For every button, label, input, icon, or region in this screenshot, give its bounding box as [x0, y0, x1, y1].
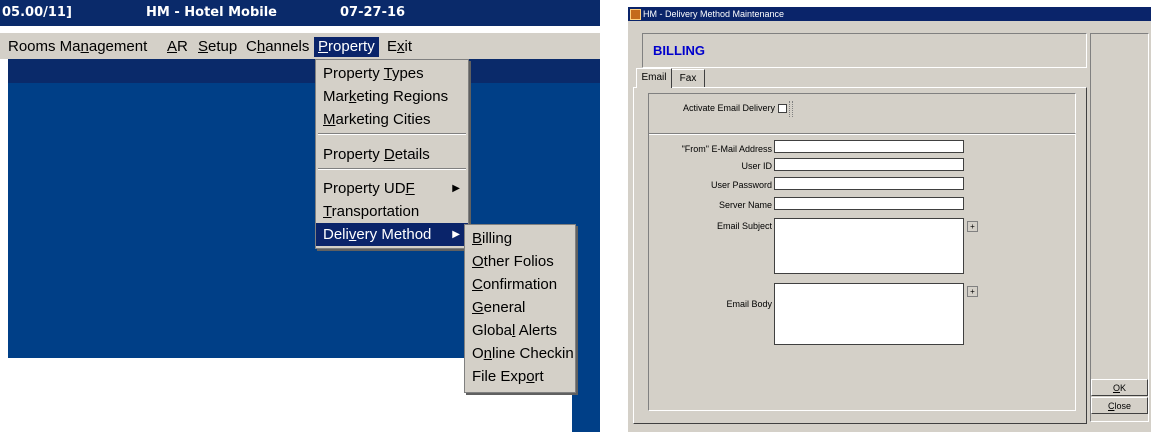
- menu-rooms-management[interactable]: Rooms Management: [4, 37, 151, 57]
- user-id-label: User ID: [741, 161, 772, 171]
- menu-property-types[interactable]: Property Types: [316, 62, 468, 85]
- submenu-billing[interactable]: Billing: [465, 227, 575, 250]
- menu-property[interactable]: Property: [314, 37, 379, 57]
- business-date: 07-27-16: [340, 5, 406, 20]
- header-panel: BILLING: [642, 33, 1087, 68]
- from-email-label: "From" E-Mail Address: [681, 144, 772, 154]
- submenu-file-export[interactable]: File Export: [465, 365, 575, 388]
- email-body-label: Email Body: [726, 299, 772, 309]
- menu-exit[interactable]: Exit: [383, 37, 416, 57]
- user-password-label: User Password: [710, 180, 772, 190]
- delivery-method-submenu: Billing Other Folios Confirmation Genera…: [464, 224, 576, 393]
- submenu-other-folios[interactable]: Other Folios: [465, 250, 575, 273]
- button-pane: [1090, 33, 1149, 422]
- menu-setup[interactable]: Setup: [194, 37, 241, 57]
- app-title: HM - Hotel Mobile: [146, 5, 277, 20]
- menu-separator: [318, 133, 466, 135]
- dialog-title: HM - Delivery Method Maintenance: [643, 9, 785, 19]
- hotel-mobile-window: 05.00/11] HM - Hotel Mobile 07-27-16 Roo…: [0, 0, 600, 432]
- page-title: BILLING: [653, 43, 705, 58]
- property-menu: Property Types Marketing Regions Marketi…: [315, 59, 469, 249]
- status-band: [8, 59, 600, 83]
- menu-bar: Rooms Management AR Setup Channels Prope…: [0, 33, 600, 59]
- submenu-arrow-icon: ▶: [452, 229, 460, 240]
- menu-property-udf[interactable]: Property UDF ▶: [316, 177, 468, 200]
- app-icon: [630, 9, 641, 20]
- submenu-confirmation[interactable]: Confirmation: [465, 273, 575, 296]
- focus-marker: [789, 101, 793, 117]
- expand-body-icon[interactable]: +: [967, 286, 978, 297]
- menu-marketing-regions[interactable]: Marketing Regions: [316, 85, 468, 108]
- user-id-field[interactable]: [774, 158, 964, 171]
- menu-ar[interactable]: AR: [163, 37, 192, 57]
- submenu-general[interactable]: General: [465, 296, 575, 319]
- dialog-title-bar: HM - Delivery Method Maintenance: [628, 7, 1151, 21]
- ok-button[interactable]: OK: [1091, 379, 1148, 396]
- menu-delivery-method[interactable]: Delivery Method ▶: [316, 223, 468, 246]
- activate-email-checkbox[interactable]: [778, 104, 787, 113]
- email-subject-field[interactable]: [774, 218, 964, 274]
- server-name-field[interactable]: [774, 197, 964, 210]
- email-subject-label: Email Subject: [716, 221, 772, 231]
- workspace-edge: [572, 358, 600, 432]
- submenu-online-checkin[interactable]: Online Checkin: [465, 342, 575, 365]
- submenu-arrow-icon: ▶: [452, 183, 460, 194]
- delivery-method-dialog: HM - Delivery Method Maintenance BILLING…: [628, 7, 1151, 432]
- menu-separator: [318, 168, 466, 170]
- menu-property-details[interactable]: Property Details: [316, 143, 468, 166]
- user-password-field[interactable]: [774, 177, 964, 190]
- menu-marketing-cities[interactable]: Marketing Cities: [316, 108, 468, 131]
- title-gap: [0, 26, 600, 33]
- menu-channels[interactable]: Channels: [242, 37, 313, 57]
- close-button[interactable]: Close: [1091, 397, 1148, 414]
- from-email-field[interactable]: [774, 140, 964, 153]
- activate-group: [648, 93, 1076, 135]
- app-title-bar: 05.00/11] HM - Hotel Mobile 07-27-16: [0, 0, 600, 26]
- expand-subject-icon[interactable]: +: [967, 221, 978, 232]
- activate-email-label: Activate Email Delivery: [682, 103, 775, 113]
- email-body-field[interactable]: [774, 283, 964, 345]
- version-text: 05.00/11]: [2, 5, 72, 20]
- server-name-label: Server Name: [718, 200, 772, 210]
- tab-fax[interactable]: Fax: [671, 69, 705, 88]
- menu-transportation[interactable]: Transportation: [316, 200, 468, 223]
- tab-email[interactable]: Email: [636, 68, 672, 88]
- submenu-global-alerts[interactable]: Global Alerts: [465, 319, 575, 342]
